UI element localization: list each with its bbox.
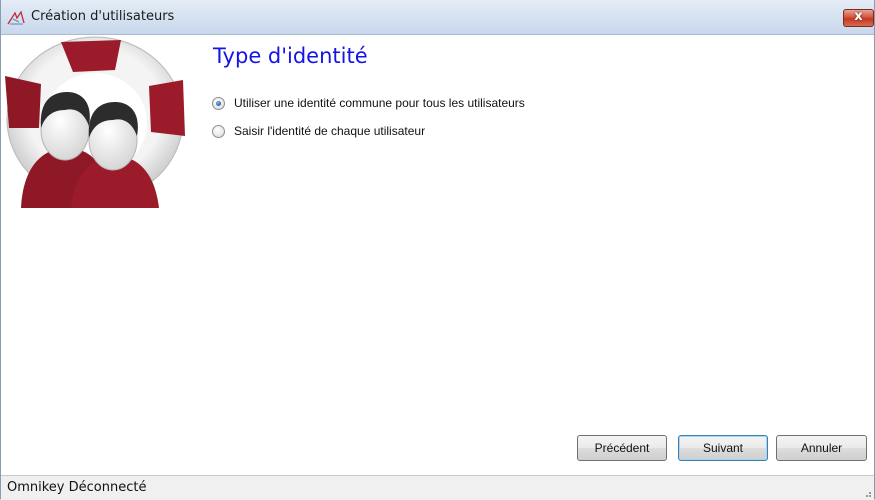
cancel-button[interactable]: Annuler xyxy=(776,435,867,461)
page-title: Type d'identité xyxy=(213,44,368,68)
close-button[interactable]: x xyxy=(843,9,874,27)
title-bar[interactable]: Création d'utilisateurs x xyxy=(1,0,874,35)
user-creation-window: Création d'utilisateurs x Type d'identit… xyxy=(0,0,875,500)
resize-grip-icon[interactable] xyxy=(862,488,872,498)
radio-button-checked[interactable] xyxy=(212,96,225,110)
radio-each-identity[interactable]: Saisir l'identité de chaque utilisateur xyxy=(212,122,425,140)
previous-button[interactable]: Précédent xyxy=(577,435,667,461)
radio-each-identity-label[interactable]: Saisir l'identité de chaque utilisateur xyxy=(234,124,425,138)
radio-common-identity[interactable]: Utiliser une identité commune pour tous … xyxy=(212,94,525,112)
next-button[interactable]: Suivant xyxy=(678,435,768,461)
status-bar: Omnikey Déconnecté xyxy=(1,475,874,500)
connection-status: Omnikey Déconnecté xyxy=(7,480,147,495)
close-icon: x xyxy=(854,9,863,24)
app-icon xyxy=(7,10,25,25)
radio-common-identity-label[interactable]: Utiliser une identité commune pour tous … xyxy=(234,96,525,110)
window-title: Création d'utilisateurs xyxy=(31,9,175,24)
radio-button-unchecked[interactable] xyxy=(212,124,225,138)
lifebuoy-users-logo xyxy=(5,36,185,208)
